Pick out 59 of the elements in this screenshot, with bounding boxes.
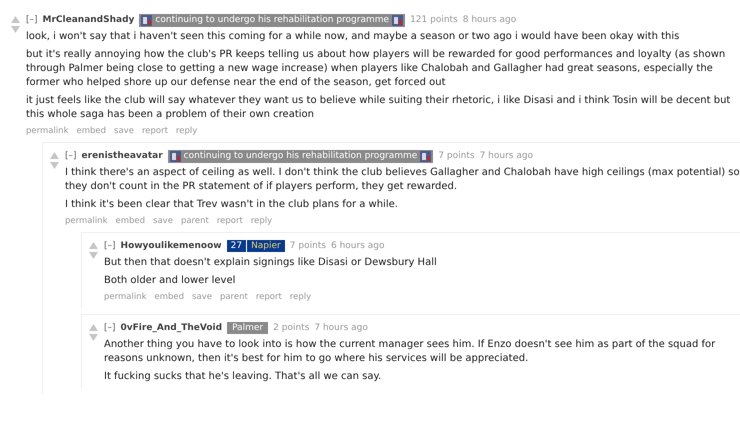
downvote-icon[interactable]: [89, 334, 98, 341]
score: 2 points: [273, 323, 310, 333]
upvote-icon[interactable]: [11, 16, 20, 23]
downvote-icon[interactable]: [50, 162, 59, 169]
comment-action-link[interactable]: reply: [290, 292, 312, 302]
comment-action-link[interactable]: permalink: [26, 126, 68, 136]
comment-action-link[interactable]: report: [142, 126, 168, 136]
comment-text: It fucking sucks that he's leaving. That's all we can say.: [104, 370, 382, 384]
downvote-icon[interactable]: [11, 26, 20, 33]
score: 121 points: [410, 15, 458, 25]
timestamp: 8 hours ago: [462, 15, 516, 25]
upvote-icon[interactable]: [50, 152, 59, 159]
collapse-toggle[interactable]: [–]: [65, 151, 77, 161]
timestamp: 6 hours ago: [331, 241, 384, 251]
flair-number: 27: [226, 240, 248, 252]
user-flair: Palmer: [227, 322, 268, 334]
comment-action-link[interactable]: save: [114, 126, 134, 136]
timestamp: 7 hours ago: [314, 323, 368, 333]
comment-action-link[interactable]: save: [153, 216, 173, 226]
crest-icon: [420, 150, 432, 162]
comment-text: but it's really annoying how the club's PR keeps telling us about how players will be rewarded for good performances and loyalty (as shown through Palmer being close to getting a new wage increase) when players like Chalobah and Gallagher had great seasons, especially the former who helped shore up our defense near the end of the season, get forced out: [26, 48, 726, 90]
upvote-icon[interactable]: [89, 242, 98, 249]
comment-action-link[interactable]: save: [192, 292, 212, 302]
comment-action-link[interactable]: permalink: [104, 292, 146, 302]
comment-action-link[interactable]: parent: [180, 216, 209, 226]
flair-text: Napier: [247, 240, 285, 252]
username[interactable]: MrCleanandShady: [42, 15, 134, 25]
collapse-toggle[interactable]: [–]: [104, 241, 116, 251]
comment-action-link[interactable]: report: [216, 216, 243, 226]
flair-text: continuing to undergo his rehabilitation programme: [184, 151, 418, 161]
comment-action-link[interactable]: embed: [154, 292, 184, 302]
comment-text: I think it's been clear that Trev wasn't in the club plans for a while.: [65, 198, 399, 212]
crest-icon: [170, 150, 181, 162]
comment-text: Both older and lower level: [104, 274, 236, 288]
username[interactable]: erenistheavatar: [82, 151, 163, 161]
timestamp: 7 hours ago: [480, 151, 534, 161]
flair-text: continuing to undergo his rehabilitation programme: [155, 15, 390, 25]
collapse-toggle[interactable]: [–]: [26, 15, 38, 25]
comment-action-link[interactable]: embed: [76, 126, 106, 136]
comment-action-link[interactable]: report: [256, 292, 282, 302]
comment-action-link[interactable]: embed: [116, 216, 146, 226]
comment-action-link[interactable]: reply: [176, 126, 198, 136]
comment-action-link[interactable]: permalink: [65, 216, 108, 226]
score: 7 points: [438, 151, 475, 161]
comment-text: But then that doesn't explain signings like Disasi or Dewsbury Hall: [104, 256, 438, 270]
comment-action-link[interactable]: reply: [250, 216, 272, 226]
comment-text: look, i won't say that i haven't seen this coming for a while now, and maybe a season or two ago i would have been okay with this: [26, 30, 680, 44]
username[interactable]: Howyoulikemenoow: [120, 241, 222, 251]
crest-icon: [141, 14, 152, 26]
upvote-icon[interactable]: [89, 324, 98, 331]
comment-text: Another thing you have to look into is how the current manager sees him. If Enzo doesn't see him as part of the squad for reasons unknown, then it's best for him to go where his services will be appreciated.: [104, 338, 716, 366]
comment-action-link[interactable]: parent: [220, 292, 248, 302]
downvote-icon[interactable]: [89, 252, 98, 259]
username[interactable]: 0vFire_And_TheVoid: [120, 323, 222, 333]
score: 7 points: [290, 241, 326, 251]
collapse-toggle[interactable]: [–]: [104, 323, 116, 333]
crest-icon: [392, 14, 404, 26]
comment-text: it just feels like the club will say whatever they want us to believe while suiting their rhetoric, i like Disasi and i think Tosin will be decent but this whole saga has been a problem of their own creation: [26, 94, 732, 122]
comment-text: I think there's an aspect of ceiling as well. I don't think the club believes Gallagher and Chalobah have high ceilings (max potential) so they don't count in the PR statement of if players perform, they get rewarded.: [65, 166, 740, 194]
